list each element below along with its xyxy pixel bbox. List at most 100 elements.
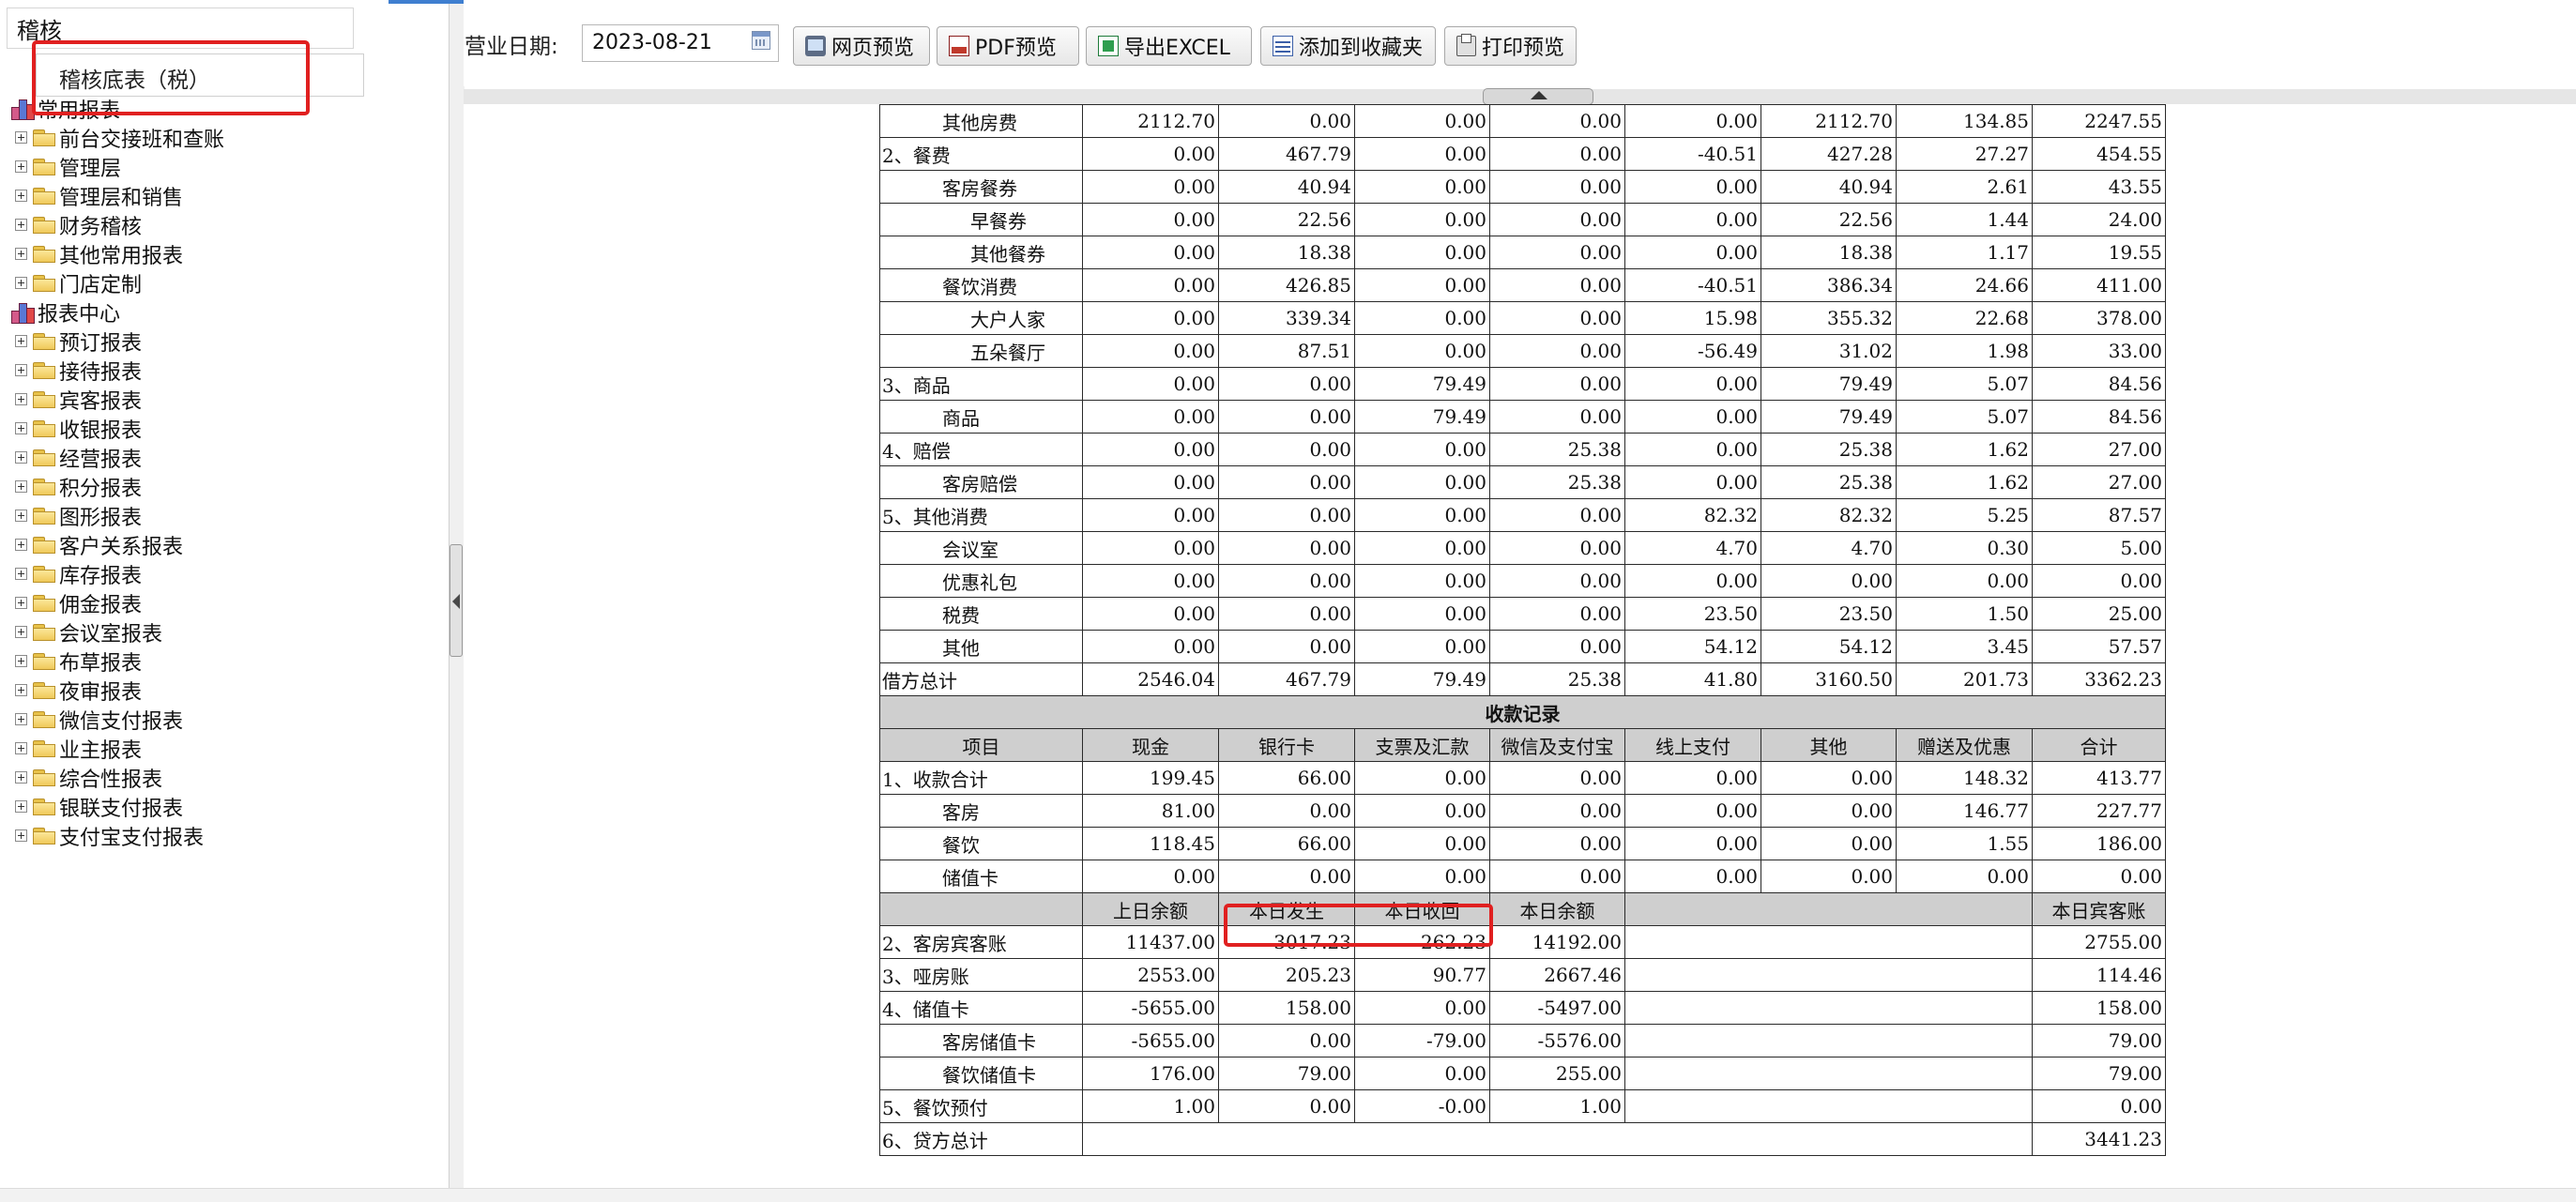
- expand-plus-icon[interactable]: [15, 364, 27, 376]
- expand-plus-icon[interactable]: [15, 742, 27, 754]
- tree-folder-item[interactable]: 夜审报表: [15, 676, 142, 705]
- expand-plus-icon[interactable]: [15, 480, 27, 493]
- expand-plus-icon[interactable]: [15, 568, 27, 580]
- tree-item-label: 布草报表: [59, 651, 143, 676]
- tree-folder-item[interactable]: 其他常用报表: [15, 239, 183, 268]
- expand-plus-icon[interactable]: [15, 451, 27, 464]
- tree-folder-item[interactable]: 客户关系报表: [15, 530, 183, 559]
- tree-item-label: 宾客报表: [59, 389, 143, 414]
- amount-cell: 413.77: [2032, 761, 2166, 795]
- tree-folder-item[interactable]: 佣金报表: [15, 588, 142, 617]
- tree-folder-item[interactable]: 管理层: [15, 152, 121, 181]
- column-header: 赠送及优惠: [1896, 728, 2033, 762]
- amount-cell: 467.79: [1218, 137, 1355, 171]
- expand-plus-icon[interactable]: [15, 510, 27, 522]
- amount-cell: 0.00: [1489, 597, 1625, 631]
- row-item-label: 其他: [879, 630, 1083, 663]
- expand-plus-icon[interactable]: [15, 248, 27, 260]
- expand-plus-icon[interactable]: [15, 539, 27, 551]
- debit-row: 税费 0.00 0.00 0.00 0.00 23.50 23.50 1.50 25.00: [879, 597, 2166, 631]
- amount-cell: 0.00: [1082, 334, 1219, 368]
- tree-folder-item[interactable]: 图形报表: [15, 501, 142, 530]
- business-date-input[interactable]: 2023-08-21: [582, 24, 779, 62]
- tree-folder-item[interactable]: 积分报表: [15, 472, 142, 501]
- empty-cell: [1624, 958, 2033, 992]
- tree-folder-item[interactable]: 库存报表: [15, 559, 142, 588]
- expand-plus-icon[interactable]: [15, 277, 27, 289]
- expand-plus-icon[interactable]: [15, 190, 27, 202]
- expand-plus-icon[interactable]: [15, 597, 27, 609]
- tree-folder-item[interactable]: 会议室报表: [15, 617, 162, 647]
- calendar-icon[interactable]: [752, 31, 770, 50]
- amount-cell: 0.00: [1624, 104, 1761, 138]
- expand-plus-icon[interactable]: [15, 335, 27, 347]
- tree-root-item[interactable]: 报表中心: [9, 297, 120, 327]
- folder-icon: [33, 739, 56, 757]
- tree-folder-item[interactable]: 预订报表: [15, 327, 142, 356]
- empty-cell: [1624, 1057, 2033, 1090]
- credit-total-cell: 3441.23: [2032, 1122, 2166, 1156]
- tree-folder-item[interactable]: 银联支付报表: [15, 792, 183, 821]
- amount-cell: 0.00: [1354, 170, 1490, 204]
- tree-folder-item[interactable]: 支付宝支付报表: [15, 821, 204, 850]
- amount-cell: 0.00: [1082, 630, 1219, 663]
- search-suggestion-item[interactable]: 稽核底表（税）: [36, 53, 364, 97]
- tree-folder-item[interactable]: 综合性报表: [15, 763, 162, 792]
- export-excel-button[interactable]: 导出EXCEL: [1086, 26, 1252, 66]
- expand-plus-icon[interactable]: [15, 393, 27, 405]
- tree-folder-item[interactable]: 宾客报表: [15, 385, 142, 414]
- tree-folder-item[interactable]: 布草报表: [15, 647, 142, 676]
- tree-folder-item[interactable]: 收银报表: [15, 414, 142, 443]
- add-to-favorites-button[interactable]: 添加到收藏夹: [1260, 26, 1436, 66]
- row-item-label: 商品: [879, 400, 1083, 434]
- collapse-panel-handle[interactable]: [450, 544, 463, 657]
- expand-plus-icon[interactable]: [15, 713, 27, 725]
- amount-cell: 40.94: [1761, 170, 1897, 204]
- guest-ledger-cell: 114.46: [2032, 958, 2166, 992]
- folder-icon: [33, 245, 56, 263]
- amount-cell: 79.49: [1354, 367, 1490, 401]
- amount-cell: 2247.55: [2032, 104, 2166, 138]
- print-preview-button[interactable]: 打印预览: [1444, 26, 1577, 66]
- expand-plus-icon[interactable]: [15, 626, 27, 638]
- expand-plus-icon[interactable]: [15, 684, 27, 696]
- amount-cell: 0.00: [1354, 1057, 1490, 1090]
- tree-folder-item[interactable]: 微信支付报表: [15, 705, 183, 734]
- amount-cell: 5.07: [1896, 400, 2033, 434]
- amount-cell: 148.32: [1896, 761, 2033, 795]
- amount-cell: 118.45: [1082, 827, 1219, 860]
- amount-cell: 84.56: [2032, 400, 2166, 434]
- amount-cell: 0.00: [1082, 433, 1219, 466]
- debit-row: 餐饮消费 0.00 426.85 0.00 0.00 -40.51 386.34 24.66 4…: [879, 268, 2166, 302]
- pdf-preview-button[interactable]: PDF预览: [937, 26, 1079, 66]
- tree-folder-item[interactable]: 管理层和销售: [15, 181, 183, 210]
- expand-plus-icon[interactable]: [15, 219, 27, 231]
- row-item-label: 2、餐费: [879, 137, 1083, 171]
- expand-plus-icon[interactable]: [15, 800, 27, 813]
- tree-folder-item[interactable]: 接待报表: [15, 356, 142, 385]
- tree-item-label: 其他常用报表: [59, 244, 184, 268]
- amount-cell: 0.00: [2032, 860, 2166, 893]
- amount-cell: 18.38: [1761, 236, 1897, 269]
- tree-folder-item[interactable]: 财务稽核: [15, 210, 142, 239]
- scroll-up-handle[interactable]: [1483, 88, 1593, 105]
- tree-folder-item[interactable]: 门店定制: [15, 268, 142, 297]
- expand-plus-icon[interactable]: [15, 655, 27, 667]
- tree-root-item[interactable]: 常用报表: [9, 94, 120, 123]
- balance-header-blank: [879, 892, 1083, 926]
- tree-folder-item[interactable]: 前台交接班和查账: [15, 123, 224, 152]
- report-search-input[interactable]: [7, 8, 354, 49]
- amount-cell: 0.00: [1489, 301, 1625, 335]
- amount-cell: 3017.23: [1218, 925, 1355, 959]
- expand-plus-icon[interactable]: [15, 771, 27, 784]
- debit-row: 其他餐券 0.00 18.38 0.00 0.00 0.00 18.38 1.17 19.55: [879, 236, 2166, 269]
- expand-plus-icon[interactable]: [15, 829, 27, 842]
- tree-folder-item[interactable]: 业主报表: [15, 734, 142, 763]
- expand-plus-icon[interactable]: [15, 422, 27, 434]
- tree-folder-item[interactable]: 经营报表: [15, 443, 142, 472]
- amount-cell: 0.00: [1354, 860, 1490, 893]
- folder-icon: [33, 681, 56, 699]
- expand-plus-icon[interactable]: [15, 131, 27, 144]
- web-preview-button[interactable]: 网页预览: [793, 26, 930, 66]
- expand-plus-icon[interactable]: [15, 160, 27, 173]
